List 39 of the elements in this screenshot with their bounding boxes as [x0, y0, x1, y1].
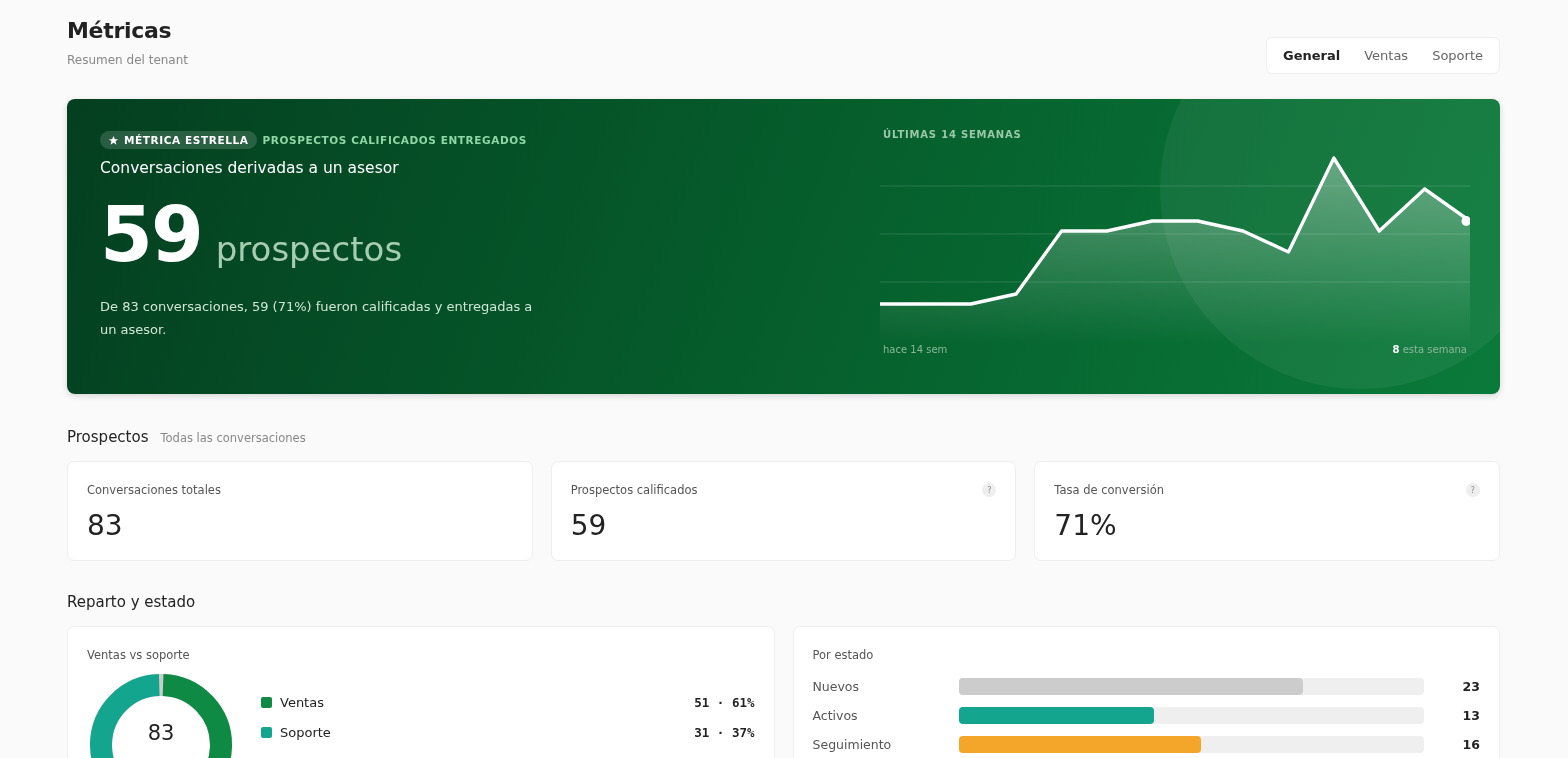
chart-title: ÚLTIMAS 14 SEMANAS	[883, 129, 1023, 140]
featured-badge: MÉTRICA ESTRELLA	[100, 131, 257, 149]
status-label: Nuevos	[812, 679, 861, 694]
hero-description: De 83 conversaciones, 59 (71%) fueron calificadas y entregadas a un asesor.	[100, 298, 534, 339]
section-title: Reparto y estado	[67, 593, 196, 611]
legend-label: Soporte	[280, 725, 332, 740]
panel-title: Por estado	[812, 648, 875, 662]
metric-value: 59	[570, 509, 608, 542]
status-value: 23	[1461, 679, 1480, 694]
hero-title: Conversaciones derivadas a un asesor	[100, 159, 400, 177]
status-label: Seguimiento	[812, 737, 893, 752]
metric-label: Conversaciones totales	[87, 483, 221, 497]
page-title: Métricas	[67, 18, 173, 43]
hero-eyebrow: PROSPECTOS CALIFICADOS ENTREGADOS	[262, 134, 527, 146]
help-icon[interactable]: ?	[982, 483, 997, 497]
tab[interactable]: Soporte	[1420, 42, 1495, 69]
legend-value: 51 · 61%	[694, 695, 755, 710]
hero-value: 59	[100, 197, 202, 273]
tab[interactable]: Ventas	[1352, 42, 1421, 69]
metric-value: 71%	[1054, 509, 1118, 542]
page-subtitle: Resumen del tenant	[67, 53, 189, 67]
metric-value: 83	[87, 509, 124, 542]
donut-total: 83	[146, 721, 176, 745]
status-value: 16	[1461, 737, 1480, 752]
section-subtitle: Todas las conversaciones	[160, 431, 306, 445]
hero-unit: prospectos	[215, 229, 403, 269]
chart-start-label: hace 14 sem	[883, 344, 948, 355]
legend-value: 31 · 37%	[694, 725, 755, 740]
tab[interactable]: General	[1270, 42, 1353, 69]
star-icon	[108, 134, 119, 146]
help-icon[interactable]: ?	[1466, 483, 1480, 497]
status-label: Activos	[812, 708, 859, 723]
metric-label: Prospectos calificados	[570, 483, 698, 497]
legend-label: Ventas	[280, 695, 325, 710]
chart-end-label: 8 esta semana	[1392, 344, 1467, 355]
status-value: 13	[1461, 708, 1480, 723]
section-title: Prospectos	[67, 428, 149, 446]
metric-label: Tasa de conversión	[1054, 483, 1164, 497]
panel-title: Ventas vs soporte	[87, 648, 191, 662]
